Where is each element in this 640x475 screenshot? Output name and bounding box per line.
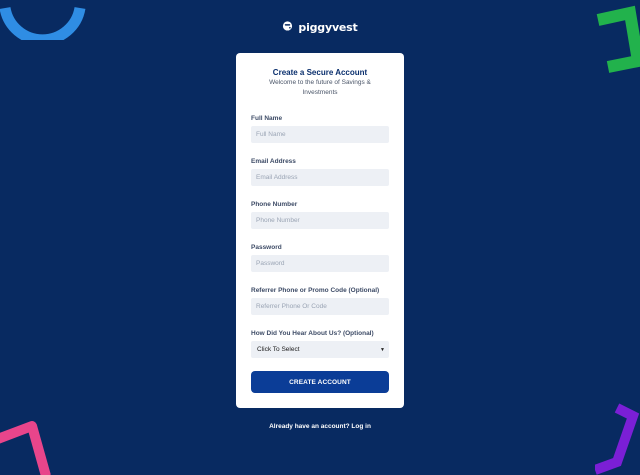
login-link[interactable]: Already have an account? Log in [0, 423, 640, 430]
form-subtitle: Welcome to the future of Savings & Inves… [269, 79, 371, 96]
referrer-input[interactable] [251, 298, 389, 315]
create-account-button[interactable]: CREATE ACCOUNT [251, 371, 389, 393]
hear-about-select[interactable]: Click To Select ▼ [251, 341, 389, 358]
signup-card: Create a Secure Account Welcome to the f… [236, 53, 404, 408]
form-title: Create a Secure Account [272, 68, 368, 77]
piggy-logo-icon [282, 18, 293, 36]
brand-header[interactable]: piggyvest [0, 18, 640, 36]
decorative-purple-bracket [595, 403, 640, 475]
email-input[interactable] [251, 169, 389, 186]
phone-field-group: Phone Number [251, 201, 389, 229]
phone-input[interactable] [251, 212, 389, 229]
full-name-field-group: Full Name [251, 115, 389, 143]
email-label: Email Address [251, 158, 296, 165]
phone-label: Phone Number [251, 201, 298, 208]
brand-name: piggyvest [298, 20, 358, 34]
referrer-field-group: Referrer Phone or Promo Code (Optional) [251, 287, 389, 315]
hear-about-field-group: How Did You Hear About Us? (Optional) Cl… [251, 330, 389, 358]
password-field-group: Password [251, 244, 389, 272]
hear-about-selected-value: Click To Select [257, 346, 300, 353]
referrer-label: Referrer Phone or Promo Code (Optional) [251, 287, 380, 294]
hear-about-label: How Did You Hear About Us? (Optional) [251, 330, 374, 337]
full-name-input[interactable] [251, 126, 389, 143]
caret-down-icon: ▼ [380, 346, 385, 353]
full-name-label: Full Name [251, 115, 283, 122]
password-label: Password [251, 244, 282, 251]
email-field-group: Email Address [251, 158, 389, 186]
password-input[interactable] [251, 255, 389, 272]
